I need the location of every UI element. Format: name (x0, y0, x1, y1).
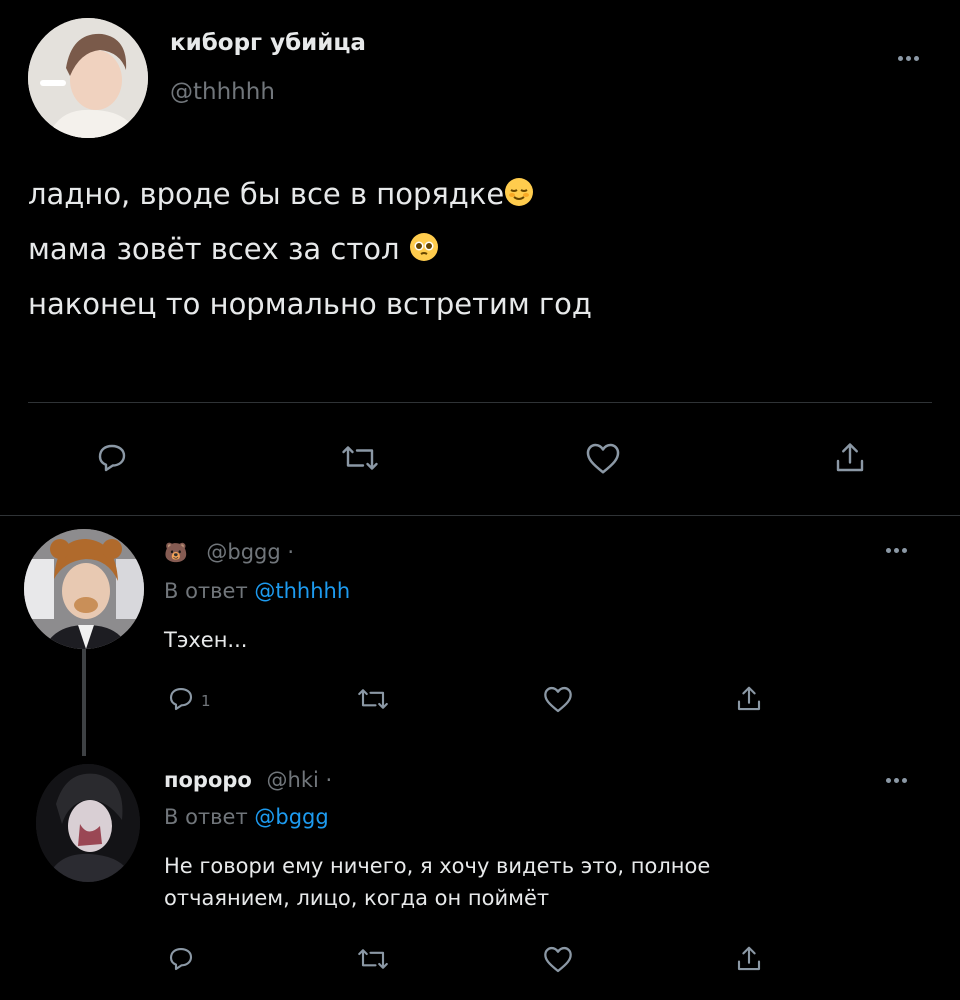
tweet-line-text: ладно, вроде бы все в порядке (28, 177, 505, 211)
handle[interactable]: @bggg (206, 540, 280, 564)
like-icon[interactable] (542, 944, 574, 974)
main-tweet: киборг убийца @thhhhh ладно, вроде бы вс… (0, 0, 960, 515)
reply-icon[interactable] (94, 440, 130, 476)
reply-header: пороро @hki · (164, 768, 332, 792)
display-name[interactable]: киборг убийца (170, 30, 366, 56)
more-icon[interactable] (886, 548, 907, 553)
like-icon[interactable] (542, 684, 574, 714)
more-icon[interactable] (898, 56, 919, 61)
relieved-face-icon (504, 171, 534, 223)
reply-icon[interactable] (166, 684, 196, 714)
reply-tweet: пороро @hki · В ответ @bggg Не говори ем… (0, 756, 960, 1000)
tweet-line-text: наконец то нормально встретим год (28, 287, 592, 321)
divider (28, 402, 932, 403)
reply-icon[interactable] (166, 944, 196, 974)
more-icon[interactable] (886, 778, 907, 783)
avatar[interactable] (28, 18, 148, 138)
thread-line (82, 649, 86, 756)
reply-prefix: В ответ (164, 579, 248, 603)
pleading-face-icon (409, 226, 439, 278)
separator: · (287, 540, 295, 564)
tweet-line: ладно, вроде бы все в порядке (28, 168, 592, 223)
bear-emoji: 🐻 (164, 542, 188, 564)
avatar[interactable] (36, 764, 140, 882)
reply-header: 🐻 @bggg · (164, 540, 294, 564)
reply-to-link[interactable]: @bggg (254, 805, 328, 829)
separator: · (325, 768, 333, 792)
tweet-text: ладно, вроде бы все в порядке мама зовёт… (28, 168, 592, 330)
reply-to-link[interactable]: @thhhhh (254, 579, 350, 603)
handle[interactable]: @hki (267, 768, 319, 792)
tweet-line-text: мама зовёт всех за стол (28, 232, 400, 266)
reply-context: В ответ @thhhhh (164, 579, 350, 603)
reply-text: Тэхен... (164, 628, 248, 652)
tweet-line: наконец то нормально встретим год (28, 278, 592, 330)
display-name[interactable]: пороро (164, 768, 252, 792)
avatar[interactable] (24, 529, 144, 649)
like-icon[interactable] (584, 440, 622, 476)
reply-prefix: В ответ (164, 805, 248, 829)
share-icon[interactable] (734, 944, 764, 974)
reply-text-line: Не говори ему ничего, я хочу видеть это,… (164, 854, 711, 878)
share-icon[interactable] (734, 684, 764, 714)
share-icon[interactable] (832, 440, 868, 476)
reply-tweet: 🐻 @bggg · В ответ @thhhhh Тэхен... 1 (0, 516, 960, 756)
retweet-icon[interactable] (356, 944, 390, 974)
retweet-icon[interactable] (340, 440, 380, 476)
reply-text: Не говори ему ничего, я хочу видеть это,… (164, 850, 710, 914)
handle[interactable]: @thhhhh (170, 79, 275, 105)
tweet-line: мама зовёт всех за стол (28, 223, 592, 278)
reply-context: В ответ @bggg (164, 805, 329, 829)
retweet-icon[interactable] (356, 684, 390, 714)
reply-text-line: отчаянием, лицо, когда он поймёт (164, 886, 550, 910)
reply-count: 1 (201, 692, 211, 710)
